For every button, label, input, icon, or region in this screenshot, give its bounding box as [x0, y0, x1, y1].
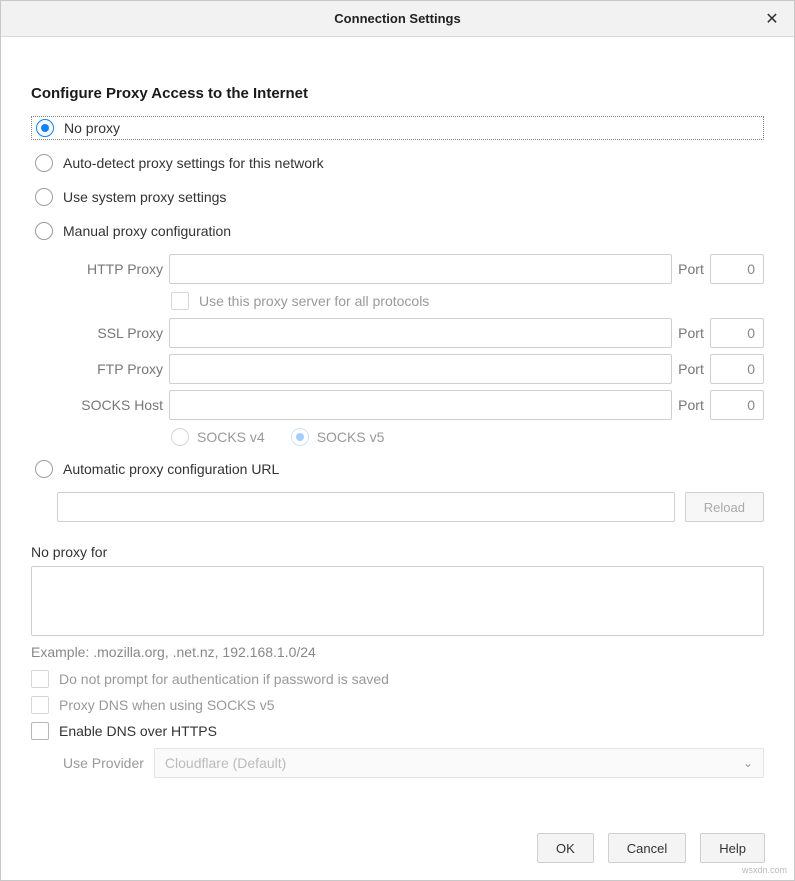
http-proxy-input[interactable] [169, 254, 672, 284]
close-icon: ✕ [765, 9, 778, 29]
titlebar-text: Connection Settings [334, 11, 460, 26]
use-for-all-label: Use this proxy server for all protocols [199, 293, 429, 309]
provider-label: Use Provider [63, 755, 144, 771]
proxy-dns-row[interactable]: Proxy DNS when using SOCKS v5 [31, 696, 764, 714]
enable-doh-label: Enable DNS over HTTPS [59, 723, 217, 739]
radio-auto-url[interactable]: Automatic proxy configuration URL [31, 458, 764, 480]
help-button[interactable]: Help [700, 833, 765, 863]
cancel-button[interactable]: Cancel [608, 833, 686, 863]
radio-label: Manual proxy configuration [63, 223, 231, 239]
radio-label: Auto-detect proxy settings for this netw… [63, 155, 324, 171]
auto-url-input[interactable] [57, 492, 675, 522]
checkbox-icon [171, 292, 189, 310]
provider-row: Use Provider Cloudflare (Default) ⌄ [31, 748, 764, 778]
socks-host-row: SOCKS Host Port [57, 390, 764, 420]
http-proxy-label: HTTP Proxy [57, 261, 169, 277]
http-port-label: Port [672, 261, 710, 277]
titlebar: Connection Settings ✕ [1, 1, 794, 37]
radio-label: Automatic proxy configuration URL [63, 461, 279, 477]
ssl-proxy-label: SSL Proxy [57, 325, 169, 341]
checkbox-icon [31, 722, 49, 740]
no-prompt-auth-label: Do not prompt for authentication if pass… [59, 671, 389, 687]
socks-port-label: Port [672, 397, 710, 413]
watermark-text: wsxdn.com [742, 865, 787, 875]
ftp-proxy-input[interactable] [169, 354, 672, 384]
section-heading: Configure Proxy Access to the Internet [31, 85, 764, 102]
socks-v4-label: SOCKS v4 [197, 429, 265, 445]
reload-button[interactable]: Reload [685, 492, 764, 522]
radio-icon [35, 188, 53, 206]
chevron-down-icon: ⌄ [743, 756, 753, 770]
ok-button[interactable]: OK [537, 833, 594, 863]
checkbox-icon [31, 696, 49, 714]
radio-icon [36, 119, 54, 137]
socks-version-row: SOCKS v4 SOCKS v5 [57, 428, 764, 446]
ftp-proxy-label: FTP Proxy [57, 361, 169, 377]
http-proxy-row: HTTP Proxy Port [57, 254, 764, 284]
proxy-dns-label: Proxy DNS when using SOCKS v5 [59, 697, 275, 713]
radio-label: Use system proxy settings [63, 189, 226, 205]
radio-icon [35, 222, 53, 240]
radio-auto-detect[interactable]: Auto-detect proxy settings for this netw… [31, 152, 764, 174]
radio-icon[interactable] [291, 428, 309, 446]
enable-doh-row[interactable]: Enable DNS over HTTPS [31, 722, 764, 740]
socks-host-input[interactable] [169, 390, 672, 420]
radio-no-proxy[interactable]: No proxy [31, 116, 764, 140]
provider-select[interactable]: Cloudflare (Default) ⌄ [154, 748, 764, 778]
no-proxy-for-label: No proxy for [31, 544, 764, 560]
content-area: Configure Proxy Access to the Internet N… [1, 37, 794, 790]
radio-icon [35, 154, 53, 172]
ssl-port-input[interactable] [710, 318, 764, 348]
provider-value: Cloudflare (Default) [165, 755, 286, 771]
dialog-button-bar: OK Cancel Help [537, 833, 765, 863]
checkbox-icon [31, 670, 49, 688]
ssl-port-label: Port [672, 325, 710, 341]
ssl-proxy-input[interactable] [169, 318, 672, 348]
radio-manual-proxy[interactable]: Manual proxy configuration [31, 220, 764, 242]
ftp-port-input[interactable] [710, 354, 764, 384]
no-proxy-for-example: Example: .mozilla.org, .net.nz, 192.168.… [31, 644, 764, 660]
radio-icon [35, 460, 53, 478]
use-for-all-row[interactable]: Use this proxy server for all protocols [57, 292, 764, 310]
http-port-input[interactable] [710, 254, 764, 284]
manual-section: HTTP Proxy Port Use this proxy server fo… [31, 254, 764, 446]
ftp-proxy-row: FTP Proxy Port [57, 354, 764, 384]
radio-system-proxy[interactable]: Use system proxy settings [31, 186, 764, 208]
radio-icon[interactable] [171, 428, 189, 446]
ssl-proxy-row: SSL Proxy Port [57, 318, 764, 348]
no-prompt-auth-row[interactable]: Do not prompt for authentication if pass… [31, 670, 764, 688]
radio-dot-icon [296, 433, 304, 441]
socks-host-label: SOCKS Host [57, 397, 169, 413]
socks-port-input[interactable] [710, 390, 764, 420]
close-button[interactable]: ✕ [750, 1, 794, 37]
socks-v5-label: SOCKS v5 [317, 429, 385, 445]
no-proxy-for-input[interactable] [31, 566, 764, 636]
radio-label: No proxy [64, 120, 120, 136]
ftp-port-label: Port [672, 361, 710, 377]
auto-url-row: Reload [31, 492, 764, 522]
radio-dot-icon [41, 124, 49, 132]
